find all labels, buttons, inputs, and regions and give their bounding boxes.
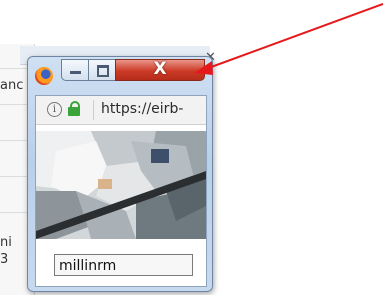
- close-button[interactable]: X: [115, 59, 205, 81]
- background-text-fragment: anc: [0, 78, 24, 93]
- info-icon[interactable]: i: [47, 102, 62, 117]
- url-text[interactable]: https://eirb-: [101, 101, 183, 117]
- address-bar[interactable]: i https://eirb-: [36, 96, 206, 125]
- photo-image: [36, 131, 206, 239]
- maximize-icon: [97, 65, 109, 77]
- username-field[interactable]: millinrm: [54, 254, 193, 276]
- maximize-button[interactable]: [88, 59, 116, 81]
- lock-icon[interactable]: [67, 101, 81, 117]
- popup-browser-window: X i https://eirb- millinrm: [27, 56, 213, 292]
- minimize-icon: [70, 71, 81, 74]
- firefox-logo-icon: [35, 67, 53, 85]
- page-photo: [36, 131, 206, 239]
- background-text-fragment: 3: [0, 252, 9, 267]
- browser-content-area: i https://eirb- millinrm: [35, 95, 207, 287]
- close-icon: X: [153, 59, 167, 79]
- arrow-line: [202, 3, 384, 71]
- address-divider: [93, 100, 94, 120]
- minimize-button[interactable]: [61, 59, 89, 81]
- background-text-fragment: ni: [0, 235, 12, 250]
